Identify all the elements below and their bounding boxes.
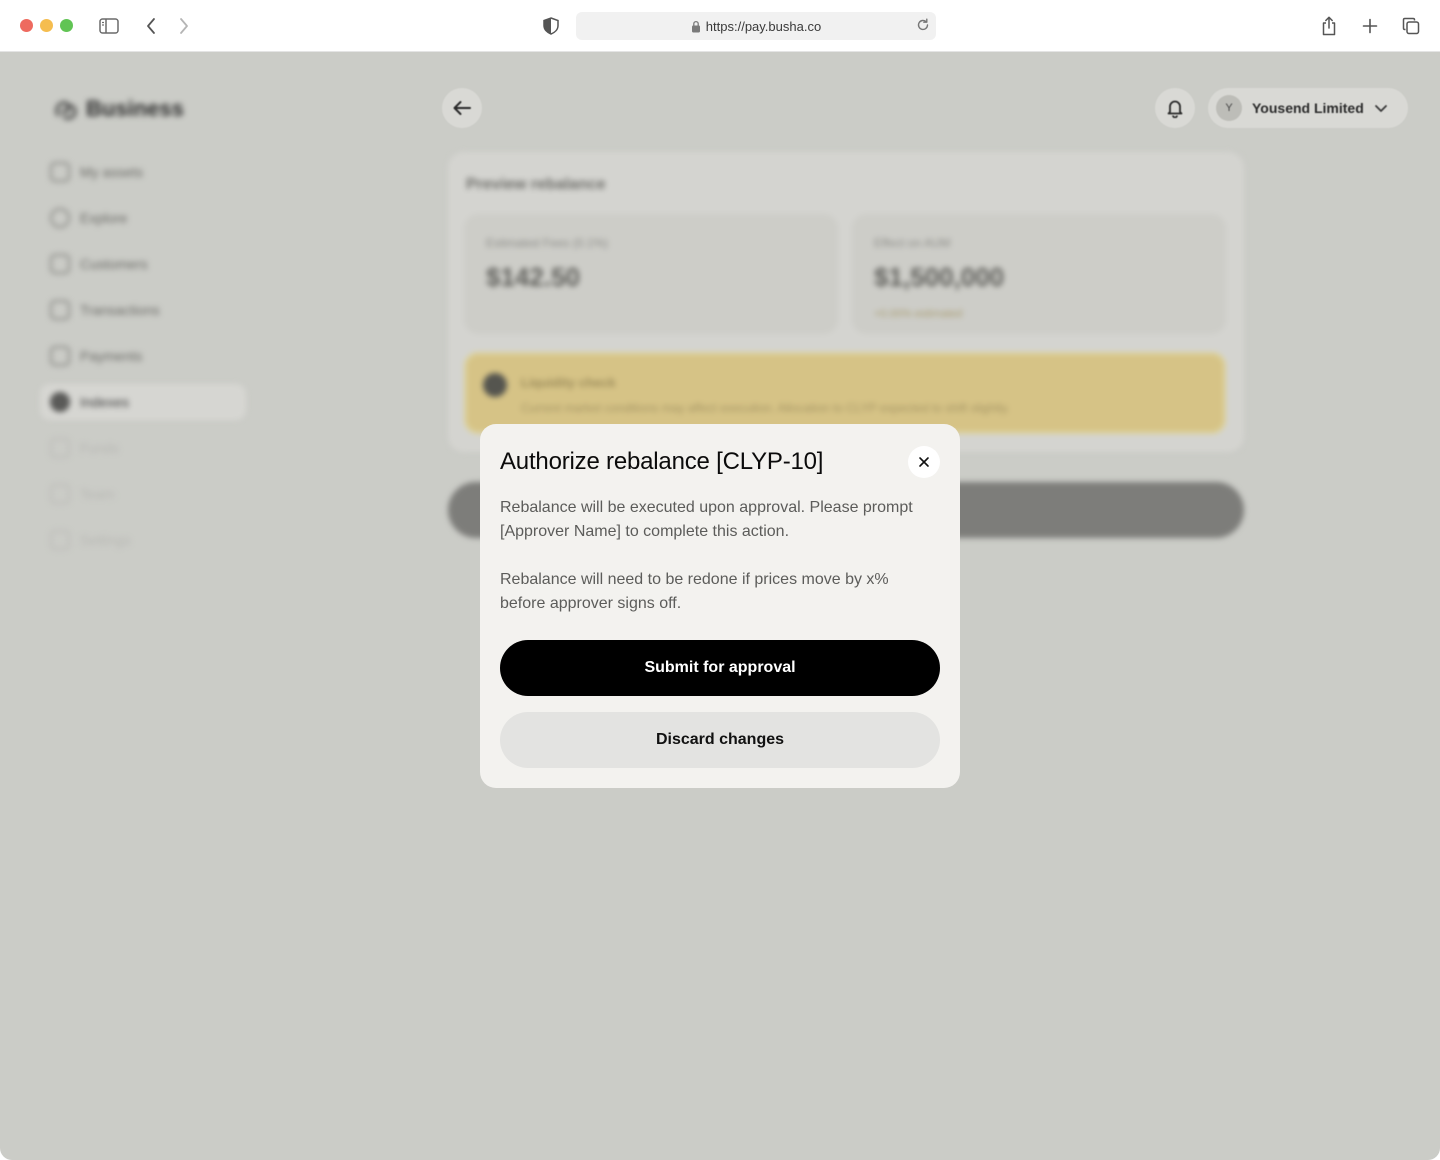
sidebar-item-transactions[interactable]: Transactions [50, 298, 160, 322]
reload-icon[interactable] [916, 18, 930, 32]
fees-stat-card: Estimated Fees (0.1%) $142.50 [464, 214, 838, 334]
list-icon [50, 300, 70, 320]
minimize-window-button[interactable] [40, 19, 53, 32]
chevron-down-icon [1374, 105, 1387, 112]
zoom-window-button[interactable] [60, 19, 73, 32]
sidebar-item-payments[interactable]: Payments [50, 344, 142, 368]
account-name: Yousend Limited [1252, 100, 1364, 116]
close-window-button[interactable] [20, 19, 33, 32]
arrow-left-icon [453, 101, 471, 115]
discard-changes-button[interactable]: Discard changes [500, 712, 940, 768]
team-icon [50, 484, 70, 504]
back-button[interactable] [442, 88, 482, 128]
sidebar-item-explore[interactable]: Explore [50, 206, 127, 230]
modal-title: Authorize rebalance [CLYP-10] [500, 448, 824, 475]
fees-label: Estimated Fees (0.1%) [486, 236, 609, 250]
fund-icon [50, 438, 70, 458]
tab-overview-icon[interactable] [1399, 14, 1423, 38]
share-icon[interactable] [1317, 14, 1341, 38]
settings-icon [50, 530, 70, 550]
sidebar-item-funds[interactable]: Funds [50, 436, 119, 460]
sidebar-item-label: Team [80, 486, 115, 502]
lock-icon [691, 20, 701, 33]
sidebar-item-label: Funds [80, 440, 119, 456]
sidebar-item-settings[interactable]: Settings [50, 528, 131, 552]
aum-subtext: +0.00% estimated [874, 308, 963, 320]
submit-for-approval-button[interactable]: Submit for approval [500, 640, 940, 696]
wallet-icon [50, 162, 70, 182]
warning-banner: Liquidity check Current market condition… [464, 352, 1226, 434]
sidebar-item-my-assets[interactable]: My assets [50, 160, 143, 184]
bell-icon [1167, 100, 1183, 118]
new-tab-icon[interactable] [1358, 14, 1382, 38]
card-icon [50, 346, 70, 366]
authorize-rebalance-modal: Authorize rebalance [CLYP-10] Rebalance … [480, 424, 960, 788]
url-text: https://pay.busha.co [705, 18, 822, 34]
sidebar-item-team[interactable]: Team [50, 482, 114, 506]
sidebar-item-label: Explore [80, 210, 128, 226]
aum-value: $1,500,000 [874, 262, 1005, 292]
aum-label: Effect on AUM [874, 236, 951, 250]
preview-title: Preview rebalance [466, 176, 606, 193]
sidebar-item-label: Settings [80, 532, 131, 548]
account-switcher[interactable]: Y Yousend Limited [1208, 88, 1408, 128]
browser-toolbar: https://pay.busha.co [0, 0, 1440, 52]
modal-description: Rebalance will be executed upon approval… [500, 499, 913, 540]
business-logo[interactable]: Business [52, 95, 184, 123]
sidebar-item-label: My assets [80, 164, 144, 180]
sidebar-item-indexes[interactable]: Indexes [40, 384, 246, 420]
warning-title: Liquidity check [521, 375, 616, 390]
sidebar-item-label: Customers [80, 256, 148, 272]
close-icon [919, 457, 929, 467]
busha-logo-icon [55, 101, 77, 120]
privacy-shield-icon[interactable] [539, 14, 563, 38]
preview-rebalance-card: Preview rebalance Estimated Fees (0.1%) … [448, 152, 1244, 452]
logo-text: Business [86, 96, 184, 121]
sidebar-item-customers[interactable]: Customers [50, 252, 148, 276]
sidebar-item-label: Transactions [80, 302, 160, 318]
sidebar-item-label: Indexes [80, 394, 130, 410]
address-bar[interactable]: https://pay.busha.co [576, 12, 936, 40]
users-icon [50, 254, 70, 274]
compass-icon [50, 208, 70, 228]
browser-forward-icon[interactable] [172, 14, 196, 38]
warning-text: Current market conditions may affect exe… [521, 401, 1010, 415]
avatar: Y [1216, 95, 1242, 121]
notifications-button[interactable] [1155, 88, 1195, 128]
fees-value: $142.50 [486, 262, 580, 292]
browser-back-icon[interactable] [139, 14, 163, 38]
warning-icon [483, 373, 507, 397]
sidebar-item-label: Payments [80, 348, 143, 364]
modal-note: Rebalance will need to be redone if pric… [500, 571, 889, 612]
index-icon [50, 392, 70, 412]
aum-stat-card: Effect on AUM $1,500,000 +0.00% estimate… [852, 214, 1226, 334]
sidebar-toggle-icon[interactable] [97, 14, 121, 38]
close-button[interactable] [908, 446, 940, 478]
